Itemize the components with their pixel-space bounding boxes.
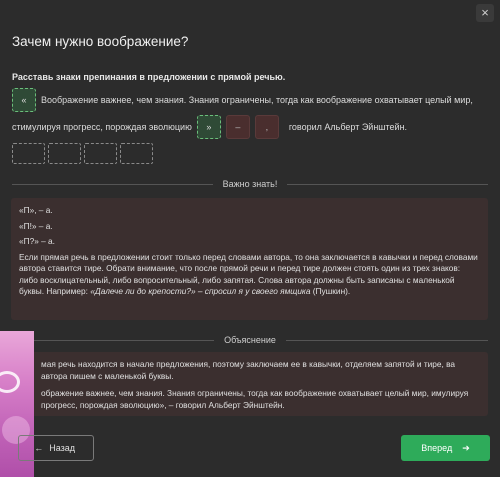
- explanation-para-1: мая речь находится в начале предложения,…: [41, 359, 456, 381]
- rule-text: Если прямая речь в предложении стоит тол…: [19, 251, 478, 297]
- answer-bank-slot[interactable]: [12, 143, 45, 164]
- arrow-right-icon: ➔: [462, 442, 470, 453]
- explanation-divider: Объяснение: [12, 334, 488, 346]
- next-label: Вперед: [421, 443, 453, 453]
- page-title: Зачем нужно воображение?: [12, 34, 189, 49]
- answer-slot-comma[interactable]: ,: [254, 115, 279, 139]
- important-header: Важно знать!: [222, 179, 278, 189]
- answer-slot-close-quote[interactable]: »: [196, 115, 221, 139]
- explanation-header: Объяснение: [224, 335, 276, 345]
- close-icon[interactable]: ×: [476, 4, 494, 22]
- answer-bank-slot[interactable]: [48, 143, 81, 164]
- sentence-text-2: стимулируя прогресс, порождая эволюцию: [12, 122, 192, 132]
- explanation-box: мая речь находится в начале предложения,…: [11, 352, 488, 416]
- example-3: «П?» – а.: [19, 236, 55, 246]
- answer-slot-open-quote[interactable]: «: [12, 88, 36, 112]
- example-2: «П!» – а.: [19, 220, 53, 231]
- example-1: «П», – а.: [19, 205, 53, 215]
- sentence-text-1: Воображение важнее, чем знания. Знания о…: [41, 95, 473, 105]
- answer-bank-slot[interactable]: [120, 143, 153, 164]
- important-info-box: «П», – а. «П!» – а. «П?» – а. Если пряма…: [11, 198, 488, 320]
- answer-slot-dash[interactable]: –: [225, 115, 250, 139]
- answer-bank: [12, 143, 153, 164]
- answer-bank-slot[interactable]: [84, 143, 117, 164]
- explanation-para-2: ображение важнее, чем знания. Знания огр…: [41, 388, 469, 410]
- back-button[interactable]: ← Назад: [18, 435, 94, 461]
- rule-example: «Далече ли до крепости?» – спросил я у с…: [90, 286, 311, 296]
- task-instruction: Расставь знаки препинания в предложении …: [12, 72, 286, 82]
- important-divider: Важно знать!: [12, 178, 489, 190]
- arrow-left-icon: ←: [34, 443, 44, 453]
- next-button[interactable]: Вперед ➔: [401, 435, 490, 461]
- back-label: Назад: [49, 443, 75, 453]
- sentence-line-2: стимулируя прогресс, порождая эволюцию »…: [12, 115, 407, 139]
- sentence-line-1: « Воображение важнее, чем знания. Знания…: [12, 88, 473, 112]
- top-bar: ×: [0, 0, 500, 28]
- sentence-text-end: говорил Альберт Эйнштейн.: [288, 122, 408, 132]
